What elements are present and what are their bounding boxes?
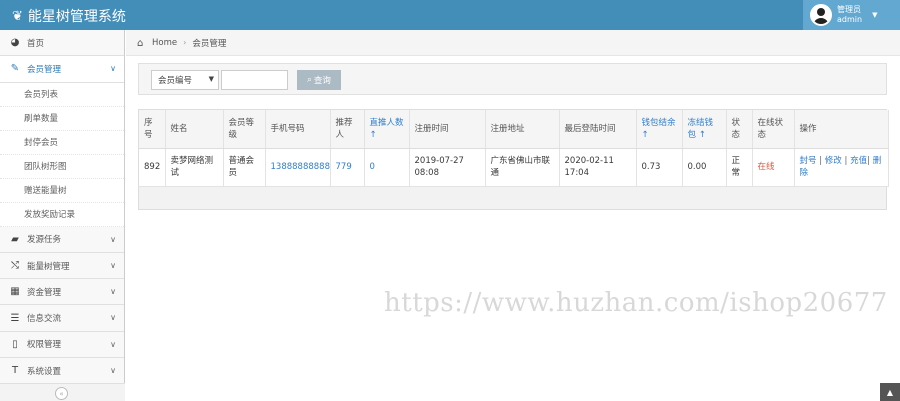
search-field-select[interactable]: 会员编号 ▼ <box>151 70 219 90</box>
file-icon: ▯ <box>12 338 18 350</box>
cell-phone-link[interactable]: 13888888888 <box>265 148 331 187</box>
sidebar-item-permissions[interactable]: ▯ 权限管理 ∨ <box>0 331 124 359</box>
table-header-row: 序号 姓名 会员等级 手机号码 推荐人 直推人数 ↑ 注册时间 注册地址 最后登… <box>139 110 889 149</box>
caret-down-icon: ▼ <box>208 75 214 83</box>
sidebar-item-settings[interactable]: T 系统设置 ∨ <box>0 358 124 385</box>
shuffle-icon: ⤭ <box>11 260 19 272</box>
top-navbar: ❦ 能星树管理系统 管理员 admin ▼ <box>0 0 900 30</box>
book-icon: ▰ <box>11 233 19 245</box>
search-input[interactable] <box>221 70 288 90</box>
sidebar-item-label: 发源任务 <box>27 235 62 246</box>
chevron-down-icon: ∨ <box>110 313 116 323</box>
col-header-reg-time: 注册时间 <box>409 110 486 149</box>
sidebar-item-messages[interactable]: ☰ 信息交流 ∨ <box>0 305 124 332</box>
search-button[interactable]: ⌕ 查询 <box>297 70 341 90</box>
sidebar: ◕ 首页 ✎ 会员管理 ∨ 会员列表 刷单数量 封停会员 团队树形图 赠送能量树… <box>0 30 125 401</box>
col-header-name: 姓名 <box>165 110 224 149</box>
chevron-down-icon: ∨ <box>110 287 116 297</box>
home-icon: ⌂ <box>137 37 144 49</box>
recharge-link[interactable]: 充值 <box>850 156 867 166</box>
cell-wallet: 0.73 <box>636 148 683 187</box>
col-header-last-login: 最后登陆时间 <box>559 110 637 149</box>
calendar-icon: ▦ <box>10 286 20 298</box>
chevron-down-icon: ∨ <box>110 64 116 74</box>
member-table: 序号 姓名 会员等级 手机号码 推荐人 直推人数 ↑ 注册时间 注册地址 最后登… <box>138 109 889 210</box>
dashboard-icon: ◕ <box>10 37 20 49</box>
chevron-down-icon: ∨ <box>110 260 116 270</box>
sidebar-subitem-gift-tree[interactable]: 赠送能量树 <box>0 178 124 203</box>
col-header-actions: 操作 <box>794 110 889 149</box>
sidebar-subitem-reward-records[interactable]: 发放奖励记录 <box>0 202 124 227</box>
col-header-reg-address: 注册地址 <box>485 110 560 149</box>
sidebar-item-label: 会员管理 <box>27 64 62 75</box>
col-header-phone: 手机号码 <box>265 110 331 149</box>
sidebar-item-finance[interactable]: ▦ 资金管理 ∨ <box>0 279 124 306</box>
brand[interactable]: ❦ 能星树管理系统 <box>12 6 126 26</box>
user-menu[interactable]: 管理员 admin ▼ <box>803 0 900 30</box>
edit-link[interactable]: 修改 <box>825 156 842 166</box>
chevron-down-icon: ∨ <box>110 366 116 376</box>
brand-title: 能星树管理系统 <box>27 9 126 25</box>
cell-frozen: 0.00 <box>682 148 727 187</box>
sidebar-item-label: 系统设置 <box>27 366 62 377</box>
col-header-id: 序号 <box>139 110 166 149</box>
col-header-status: 状态 <box>726 110 753 149</box>
avatar <box>810 4 832 26</box>
sidebar-subitem-member-list[interactable]: 会员列表 <box>0 82 124 107</box>
sidebar-subitem-team-tree[interactable]: 团队树形图 <box>0 154 124 179</box>
sidebar-item-tasks[interactable]: ▰ 发源任务 ∨ <box>0 226 124 253</box>
cell-actions: 封号 | 修改 | 充值| 删除 <box>794 148 889 187</box>
ban-link[interactable]: 封号 <box>800 156 817 166</box>
sidebar-item-label: 能量树管理 <box>27 261 70 272</box>
cell-status: 正常 <box>726 148 753 187</box>
cell-reg-time: 2019-07-27 08:08 <box>409 148 486 187</box>
col-header-level: 会员等级 <box>223 110 266 149</box>
search-panel: 会员编号 ▼ ⌕ 查询 <box>138 63 887 95</box>
cell-direct-count-link[interactable]: 0 <box>364 148 410 187</box>
cell-last-login: 2020-02-11 17:04 <box>559 148 637 187</box>
leaf-icon: ❦ <box>12 8 23 24</box>
search-icon: ⌕ <box>307 75 312 85</box>
col-header-direct-count[interactable]: 直推人数 ↑ <box>364 110 410 149</box>
col-header-referrer: 推荐人 <box>330 110 365 149</box>
watermark: https://www.huzhan.com/ishop20677 <box>384 288 888 318</box>
sidebar-item-label: 信息交流 <box>27 314 62 325</box>
sidebar-item-label: 权限管理 <box>27 340 62 351</box>
sidebar-subitem-order-count[interactable]: 刷单数量 <box>0 106 124 131</box>
caret-down-icon: ▼ <box>872 11 878 19</box>
sidebar-item-tree-management[interactable]: ⤭ 能量树管理 ∨ <box>0 252 124 280</box>
select-value: 会员编号 <box>158 76 193 86</box>
cell-reg-address: 广东省佛山市联通 <box>485 148 560 187</box>
breadcrumb-current: 会员管理 <box>192 38 227 49</box>
user-role: 管理员 <box>837 5 861 14</box>
sidebar-collapse-bar: « <box>0 383 125 401</box>
text-icon: T <box>11 365 19 377</box>
cell-online-status: 在线 <box>752 148 795 187</box>
col-header-frozen[interactable]: 冻结钱包 ↑ <box>682 110 727 149</box>
cell-name: 卖梦网络测试 <box>165 148 224 187</box>
edit-icon: ✎ <box>10 63 20 75</box>
cell-level: 普通会员 <box>223 148 266 187</box>
cell-referrer-link[interactable]: 779 <box>330 148 365 187</box>
list-icon: ☰ <box>10 312 20 324</box>
sidebar-item-member-management[interactable]: ✎ 会员管理 ∨ <box>0 56 124 83</box>
sidebar-item-label: 首页 <box>27 38 45 49</box>
user-name: admin <box>837 15 863 24</box>
search-button-label: 查询 <box>313 76 331 86</box>
table-row: 892 卖梦网络测试 普通会员 13888888888 779 0 2019-0… <box>139 148 889 187</box>
breadcrumb-home[interactable]: Home <box>152 38 177 48</box>
breadcrumb-separator-icon: › <box>183 38 187 47</box>
cell-id: 892 <box>139 148 166 187</box>
col-header-online: 在线状态 <box>752 110 795 149</box>
chevron-down-icon: ∨ <box>110 339 116 349</box>
sidebar-item-home[interactable]: ◕ 首页 <box>0 30 124 57</box>
col-header-wallet[interactable]: 钱包结余 ↑ <box>636 110 683 149</box>
chevron-down-icon: ∨ <box>110 234 116 244</box>
back-to-top-icon[interactable]: ▲ <box>880 383 900 401</box>
sidebar-item-label: 资金管理 <box>27 287 62 298</box>
sidebar-subitem-banned-members[interactable]: 封停会员 <box>0 130 124 155</box>
breadcrumb: ⌂ Home › 会员管理 <box>126 30 900 56</box>
collapse-icon[interactable]: « <box>55 387 68 400</box>
